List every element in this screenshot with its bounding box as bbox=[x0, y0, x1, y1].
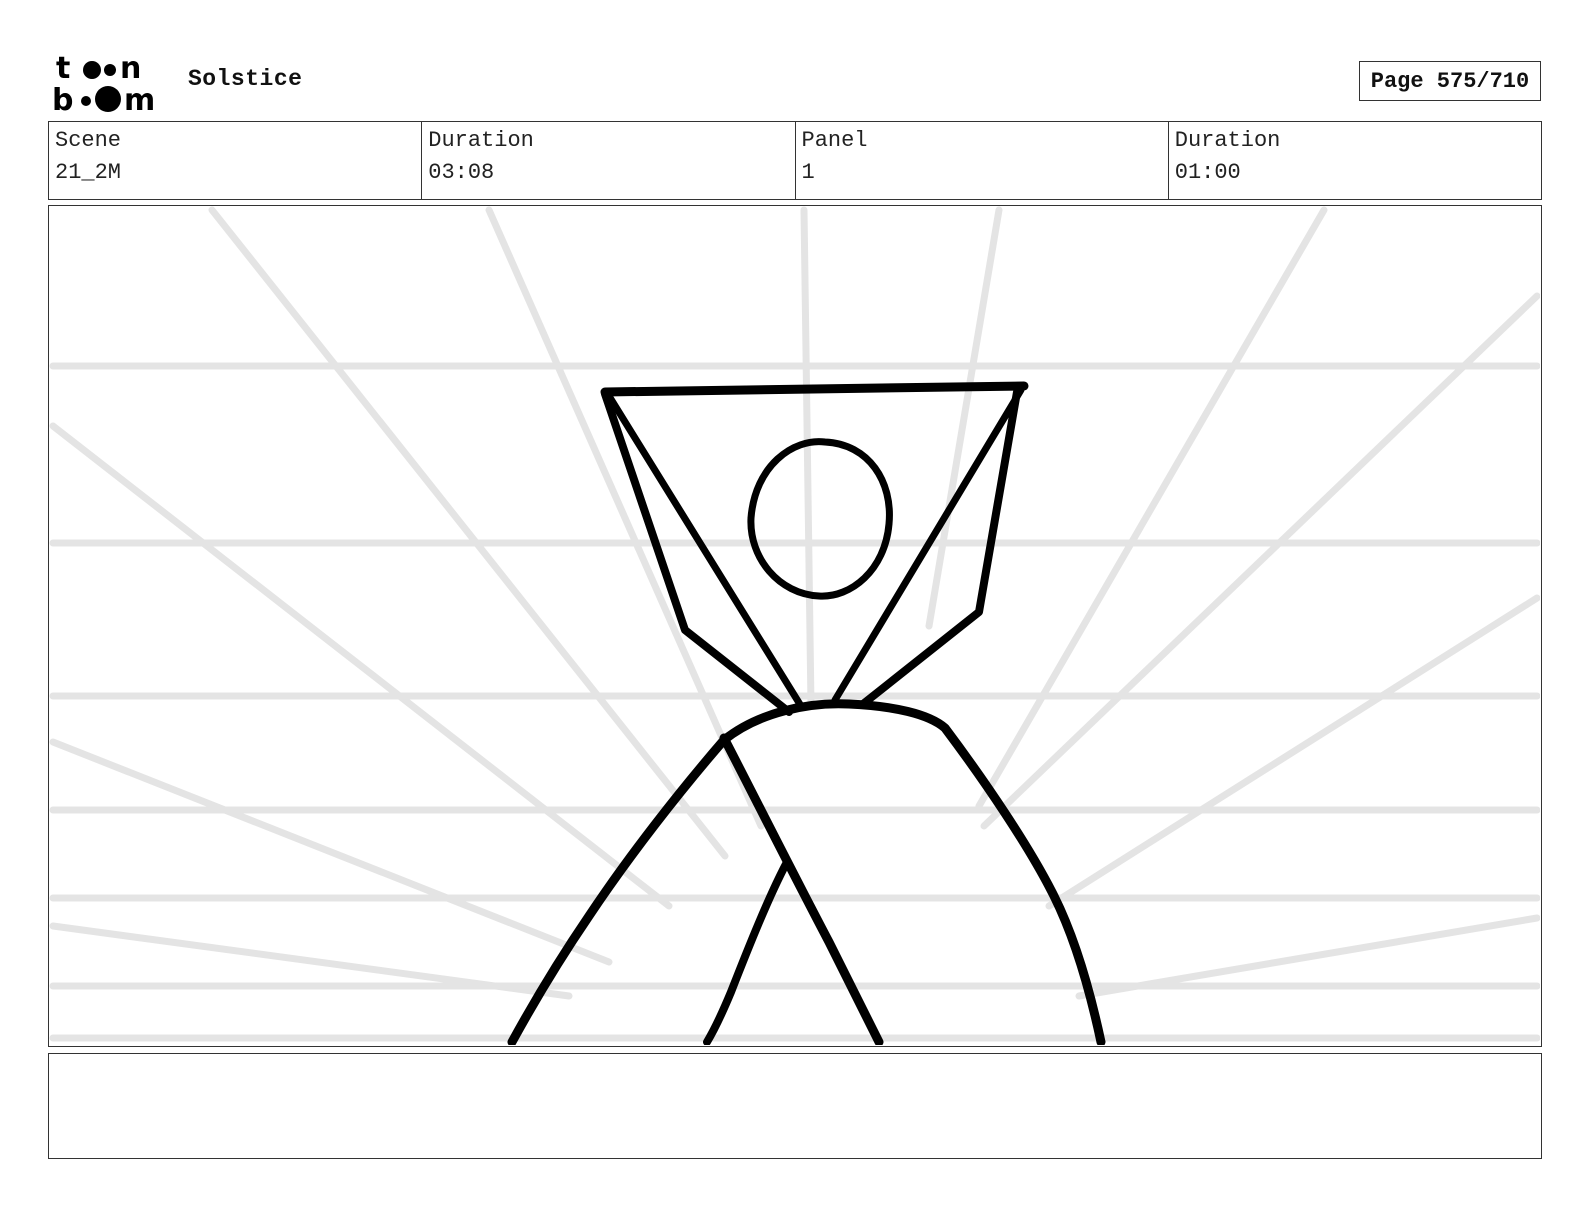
panel-label: Panel bbox=[801, 128, 868, 153]
scene-cell: Scene 21_2M bbox=[49, 122, 423, 199]
storyboard-panel bbox=[48, 205, 1542, 1047]
svg-text:m: m bbox=[124, 83, 155, 114]
panel-duration-cell: Duration 01:00 bbox=[1169, 122, 1541, 199]
panel-value: 1 bbox=[801, 160, 815, 185]
scene-duration-value: 03:08 bbox=[428, 160, 495, 185]
panel-sketch bbox=[49, 206, 1540, 1045]
scene-value: 21_2M bbox=[55, 160, 122, 185]
panel-cell: Panel 1 bbox=[796, 122, 1169, 199]
page-indicator: Page 575/710 bbox=[1359, 61, 1541, 101]
perspective-guides bbox=[49, 206, 1540, 1042]
svg-text:b: b bbox=[52, 83, 73, 114]
panel-notes-box bbox=[48, 1053, 1542, 1159]
logo-glyph: t n b m bbox=[52, 51, 155, 118]
scene-duration-label: Duration bbox=[428, 128, 534, 153]
project-title: Solstice bbox=[188, 66, 303, 92]
scene-label: Scene bbox=[55, 128, 122, 153]
scene-duration-cell: Duration 03:08 bbox=[422, 122, 796, 199]
svg-text:t: t bbox=[56, 51, 70, 86]
toon-boom-logo: t n b m bbox=[50, 50, 166, 118]
panel-duration-value: 01:00 bbox=[1174, 160, 1241, 185]
scene-info-table: Scene 21_2M Duration 03:08 Panel 1 Durat… bbox=[48, 121, 1542, 200]
svg-text:n: n bbox=[120, 51, 141, 86]
panel-duration-label: Duration bbox=[1174, 128, 1281, 153]
